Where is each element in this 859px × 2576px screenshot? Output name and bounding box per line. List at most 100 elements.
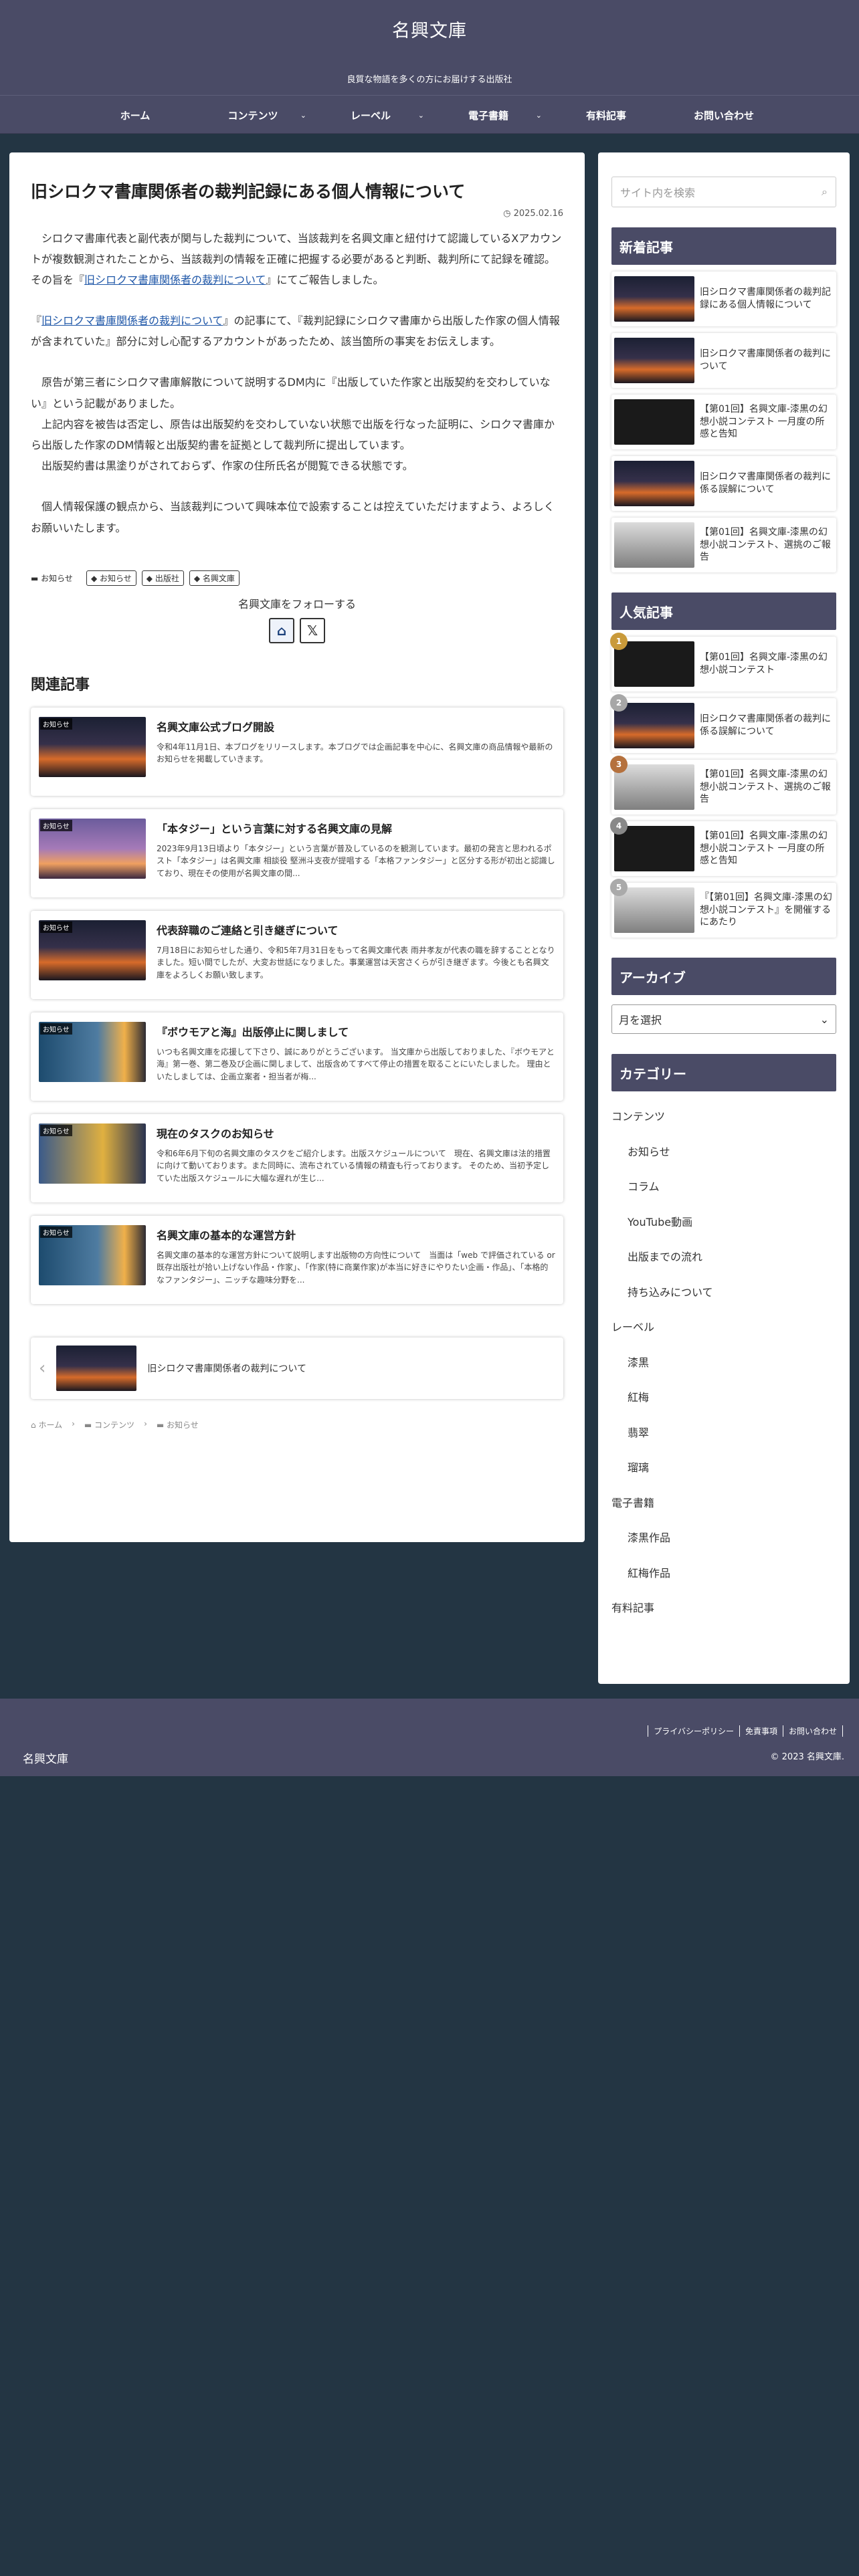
popular-post-item[interactable]: 4 【第01回】名興文庫-漆黒の幻想小説コンテスト 一月度の所感と告知 xyxy=(610,817,836,876)
post-title: 【第01回】名興文庫-漆黒の幻想小説コンテスト、選挑のご報告 xyxy=(700,768,831,805)
breadcrumb-home[interactable]: ⌂ ホーム xyxy=(31,1419,62,1430)
related-thumbnail: お知らせ xyxy=(39,716,146,777)
new-post-item[interactable]: 旧シロクマ書庫関係者の裁判について xyxy=(611,333,836,388)
search-icon[interactable]: ⌕ xyxy=(822,185,828,199)
tag-list: ▬ お知らせ ◆ お知らせ ◆ 出版社 ◆ 名興文庫 xyxy=(31,570,563,586)
category-item[interactable]: 瑠璃 xyxy=(611,1449,836,1485)
nav-item-home[interactable]: ホーム xyxy=(76,96,194,134)
related-card[interactable]: お知らせ 「本タジー」という言葉に対する名興文庫の見解 2023年9月13日頃より… xyxy=(31,809,563,897)
thumb-label: お知らせ xyxy=(40,819,72,831)
category-item[interactable]: 漆黒作品 xyxy=(611,1519,836,1555)
category-item[interactable]: コラム xyxy=(611,1168,836,1204)
post-thumbnail xyxy=(614,461,694,506)
related-title: 『ボウモアと海』出版停止に関しまして xyxy=(157,1025,349,1039)
popular-post-item[interactable]: 1 【第01回】名興文庫-漆黒の幻想小説コンテスト xyxy=(610,633,836,691)
category-item[interactable]: 出版までの流れ xyxy=(611,1239,836,1274)
category-link[interactable]: ▬ お知らせ xyxy=(31,572,73,584)
footer-logo[interactable]: 名興文庫 xyxy=(23,1749,68,1766)
paragraph: 原告が第三者にシロクマ書庫解散について説明するDM内に『出版していた作家と出版契… xyxy=(31,376,555,473)
footer-link-disclaimer[interactable]: 免責事項 xyxy=(739,1725,783,1737)
archive-select-value: 月を選択 xyxy=(619,1014,662,1027)
category-item[interactable]: 有料記事 xyxy=(611,1590,836,1625)
site-title[interactable]: 名興文庫 xyxy=(0,16,859,42)
article-link[interactable]: 旧シロクマ書庫関係者の裁判について xyxy=(41,314,223,327)
breadcrumb-contents[interactable]: ▬ コンテンツ xyxy=(84,1419,134,1430)
category-item[interactable]: 漆黒 xyxy=(611,1344,836,1380)
article-link[interactable]: 旧シロクマ書庫関係者の裁判について xyxy=(84,274,266,286)
x-icon[interactable]: 𝕏 xyxy=(300,617,325,643)
related-card[interactable]: お知らせ 現在のタスクのお知らせ 令和6年6月下旬の名興文庫のタスクをご紹介します… xyxy=(31,1114,563,1202)
site-footer: プライバシーポリシー 免責事項 お問い合わせ 名興文庫 © 2023 名興文庫. xyxy=(0,1699,859,1776)
nav-item-contents[interactable]: コンテンツ ⌄ xyxy=(194,96,312,134)
related-card[interactable]: お知らせ 代表辞職のご連絡と引き継ぎについて 7月18日にお知らせした通り、令和5… xyxy=(31,911,563,999)
post-thumbnail xyxy=(614,276,694,322)
prev-post-link[interactable]: ‹ 旧シロクマ書庫関係者の裁判について xyxy=(31,1337,563,1399)
category-item[interactable]: 紅梅 xyxy=(611,1379,836,1414)
site-tagline: 良質な物語を多くの方にお届けする出版社 xyxy=(347,75,512,85)
chevron-left-icon: ‹ xyxy=(39,1358,46,1378)
category-item[interactable]: 翡翠 xyxy=(611,1414,836,1450)
breadcrumb-news[interactable]: ▬ お知らせ xyxy=(157,1419,199,1430)
related-excerpt: 令和4年11月1日、本ブログをリリースします。本ブログでは企画記事を中心に、名興… xyxy=(157,742,553,764)
archive-heading: アーカイブ xyxy=(611,958,836,995)
category-item[interactable]: コンテンツ xyxy=(611,1098,836,1134)
category-text: お知らせ xyxy=(41,573,73,583)
category-heading: カテゴリー xyxy=(611,1054,836,1091)
thumb-label: お知らせ xyxy=(40,1226,72,1238)
chevron-down-icon: ⌄ xyxy=(535,110,542,120)
nav-item-paid[interactable]: 有料記事 xyxy=(547,96,665,134)
footer-links: プライバシーポリシー 免責事項 お問い合わせ xyxy=(648,1725,843,1737)
related-thumbnail: お知らせ xyxy=(39,920,146,980)
home-icon[interactable]: ⌂ xyxy=(269,617,294,643)
new-post-item[interactable]: 旧シロクマ書庫関係者の裁判記録にある個人情報について xyxy=(611,272,836,326)
related-card[interactable]: お知らせ 名興文庫公式ブログ開設令和4年11月1日、本ブログをリリースします。本… xyxy=(31,708,563,796)
archive-select[interactable]: 月を選択 ⌄ xyxy=(611,1004,836,1034)
category-item[interactable]: YouTube動画 xyxy=(611,1204,836,1239)
tag-text: 名興文庫 xyxy=(202,573,235,583)
search-input[interactable]: サイト内を検索 ⌕ xyxy=(611,177,836,207)
thumb-label: お知らせ xyxy=(40,1124,72,1136)
paragraph: シロクマ書庫代表と副代表が関与した裁判について、当該裁判を名興文庫と紐付けて認識… xyxy=(31,228,563,291)
category-item[interactable]: 持ち込みについて xyxy=(611,1274,836,1309)
nav-label: レーベル xyxy=(350,109,391,122)
new-post-item[interactable]: 【第01回】名興文庫-漆黒の幻想小説コンテスト 一月度の所感と告知 xyxy=(611,395,836,449)
nav-label: お問い合わせ xyxy=(693,109,754,122)
tag-link[interactable]: ◆ お知らせ xyxy=(86,570,136,586)
rank-badge: 1 xyxy=(610,633,628,650)
breadcrumb-text: コンテンツ xyxy=(94,1420,135,1430)
related-excerpt: 2023年9月13日頃より「本タジー」という言葉が普及しているのを観測しています… xyxy=(157,843,555,878)
new-post-item[interactable]: 【第01回】名興文庫-漆黒の幻想小説コンテスト、選挑のご報告 xyxy=(611,518,836,572)
sidebar: サイト内を検索 ⌕ 新着記事 旧シロクマ書庫関係者の裁判記録にある個人情報につい… xyxy=(598,152,850,1684)
prev-post-thumbnail xyxy=(56,1345,137,1391)
post-title: 【第01回】名興文庫-漆黒の幻想小説コンテスト 一月度の所感と告知 xyxy=(700,830,828,867)
popular-post-item[interactable]: 2 旧シロクマ書庫関係者の裁判に係る誤解について xyxy=(610,694,836,753)
chevron-right-icon: › xyxy=(144,1418,147,1428)
tag-link[interactable]: ◆ 名興文庫 xyxy=(189,570,240,586)
category-item[interactable]: 電子書籍 xyxy=(611,1485,836,1520)
related-thumbnail: お知らせ xyxy=(39,1021,146,1082)
nav-item-ebook[interactable]: 電子書籍 ⌄ xyxy=(430,96,547,134)
nav-item-label[interactable]: レーベル ⌄ xyxy=(312,96,430,134)
category-item[interactable]: 紅梅作品 xyxy=(611,1555,836,1590)
related-excerpt: 令和6年6月下旬の名興文庫のタスクをご紹介します。出版スケジュールについて 現在… xyxy=(157,1148,551,1183)
new-post-item[interactable]: 旧シロクマ書庫関係者の裁判に係る誤解について xyxy=(611,456,836,511)
clock-icon: ◷ xyxy=(503,208,511,219)
related-card[interactable]: お知らせ 『ボウモアと海』出版停止に関しまして いつも名興文庫を応援して下さり、誠… xyxy=(31,1012,563,1101)
tag-icon: ◆ xyxy=(90,573,98,583)
category-item[interactable]: お知らせ xyxy=(611,1134,836,1169)
search-placeholder: サイト内を検索 xyxy=(620,187,696,199)
popular-post-item[interactable]: 5 『【第01回】名興文庫-漆黒の幻想小説コンテスト』を開催するにあたり xyxy=(610,879,836,938)
popular-post-item[interactable]: 3 【第01回】名興文庫-漆黒の幻想小説コンテスト、選挑のご報告 xyxy=(610,756,836,815)
category-item[interactable]: レーベル xyxy=(611,1309,836,1344)
tag-link[interactable]: ◆ 出版社 xyxy=(141,570,184,586)
related-title: 名興文庫公式ブログ開設 xyxy=(157,720,275,734)
footer-link-contact[interactable]: お問い合わせ xyxy=(782,1725,843,1737)
post-thumbnail xyxy=(614,399,694,445)
nav-item-contact[interactable]: お問い合わせ xyxy=(665,96,783,134)
post-title: 【第01回】名興文庫-漆黒の幻想小説コンテスト、選挑のご報告 xyxy=(700,526,831,563)
entry-content: シロクマ書庫代表と副代表が関与した裁判について、当該裁判を名興文庫と紐付けて認識… xyxy=(31,228,563,538)
post-thumbnail xyxy=(614,764,694,810)
footer-link-privacy[interactable]: プライバシーポリシー xyxy=(648,1725,739,1737)
related-card[interactable]: お知らせ 名興文庫の基本的な運営方針 名興文庫の基本的な運営方針について説明します… xyxy=(31,1216,563,1304)
rank-badge: 2 xyxy=(610,694,628,712)
